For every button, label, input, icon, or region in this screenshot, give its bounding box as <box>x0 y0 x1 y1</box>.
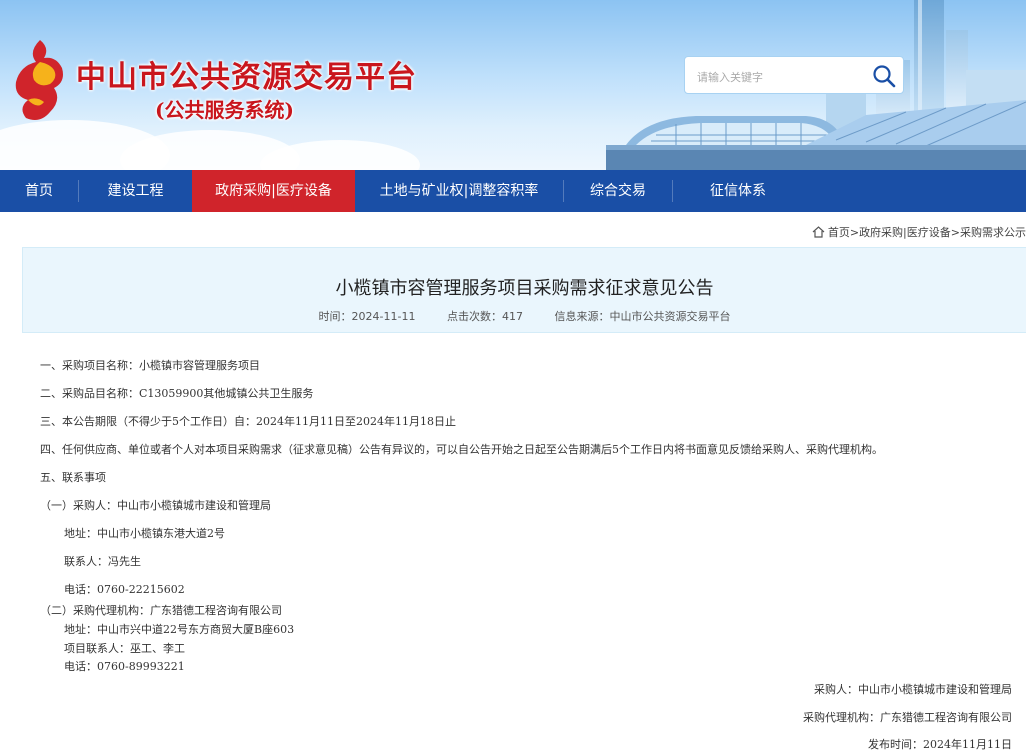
nav-item-credit-system[interactable]: 征信体系 <box>673 170 803 212</box>
buyer-contact: 联系人：冯先生 <box>64 555 141 568</box>
agent-phone: 电话：0760-89993221 <box>64 660 185 673</box>
search-icon[interactable] <box>871 63 897 89</box>
signature-date: 发布时间：2024年11月11日 <box>868 738 1012 751</box>
breadcrumb-level2[interactable]: 采购需求公示 <box>960 226 1026 239</box>
nav-item-land-mining[interactable]: 土地与矿业权|调整容积率 <box>355 170 563 212</box>
body-item-objection: 四、任何供应商、单位或者个人对本项目采购需求（征求意见稿）公告有异议的，可以自公… <box>40 443 883 456</box>
body-item-period: 三、本公告期限（不得少于5个工作日）自：2024年11月11日至2024年11月… <box>40 415 456 428</box>
agent-heading: （二）采购代理机构：广东猎德工程咨询有限公司 <box>40 604 282 617</box>
search-box <box>684 56 904 94</box>
body-item-project-name: 一、采购项目名称：小榄镇市容管理服务项目 <box>40 359 260 372</box>
buyer-phone: 电话：0760-22215602 <box>64 583 185 596</box>
agent-contact: 项目联系人：巫工、李工 <box>64 642 185 655</box>
breadcrumb-separator: > <box>849 226 860 239</box>
breadcrumb-separator: > <box>950 226 960 239</box>
click-count: 点击次数：417 <box>446 310 523 323</box>
info-source: 信息来源：中山市公共资源交易平台 <box>554 310 731 323</box>
article-header: 小榄镇市容管理服务项目采购需求征求意见公告 时间：2024-11-11 点击次数… <box>22 247 1026 333</box>
body-item-category: 二、采购品目名称：C13059900其他城镇公共卫生服务 <box>40 387 314 400</box>
site-title: 中山市公共资源交易平台 <box>76 60 417 95</box>
search-input[interactable] <box>695 65 869 89</box>
nav-item-construction[interactable]: 建设工程 <box>79 170 192 212</box>
site-subtitle: (公共服务系统) <box>155 98 294 122</box>
nav-item-home[interactable]: 首页 <box>0 170 78 212</box>
home-icon <box>812 226 825 238</box>
article-title: 小榄镇市容管理服务项目采购需求征求意见公告 <box>335 278 714 299</box>
publish-time: 时间：2024-11-11 <box>318 310 416 323</box>
logo-icon <box>15 40 63 120</box>
signature-agent: 采购代理机构：广东猎德工程咨询有限公司 <box>803 711 1012 724</box>
header-banner: 中山市公共资源交易平台 (公共服务系统) <box>0 0 1026 170</box>
buyer-address: 地址：中山市小榄镇东港大道2号 <box>64 527 225 540</box>
breadcrumb-level1[interactable]: 政府采购|医疗设备 <box>859 226 951 239</box>
signature-buyer: 采购人：中山市小榄镇城市建设和管理局 <box>814 683 1012 696</box>
breadcrumb: 首页>政府采购|医疗设备>采购需求公示 <box>812 224 1026 240</box>
agent-address: 地址：中山市兴中道22号东方商贸大厦B座603 <box>64 623 295 636</box>
nav-item-comprehensive-trading[interactable]: 综合交易 <box>564 170 672 212</box>
article-meta: 时间：2024-11-11 点击次数：417 信息来源：中山市公共资源交易平台 <box>23 308 1026 324</box>
breadcrumb-home[interactable]: 首页 <box>828 226 850 239</box>
nav-item-government-procurement[interactable]: 政府采购|医疗设备 <box>192 170 355 212</box>
buyer-heading: （一）采购人：中山市小榄镇城市建设和管理局 <box>40 499 271 512</box>
main-nav: 首页 建设工程 政府采购|医疗设备 土地与矿业权|调整容积率 综合交易 征信体系 <box>0 170 1026 212</box>
body-item-contact-heading: 五、联系事项 <box>40 471 106 484</box>
